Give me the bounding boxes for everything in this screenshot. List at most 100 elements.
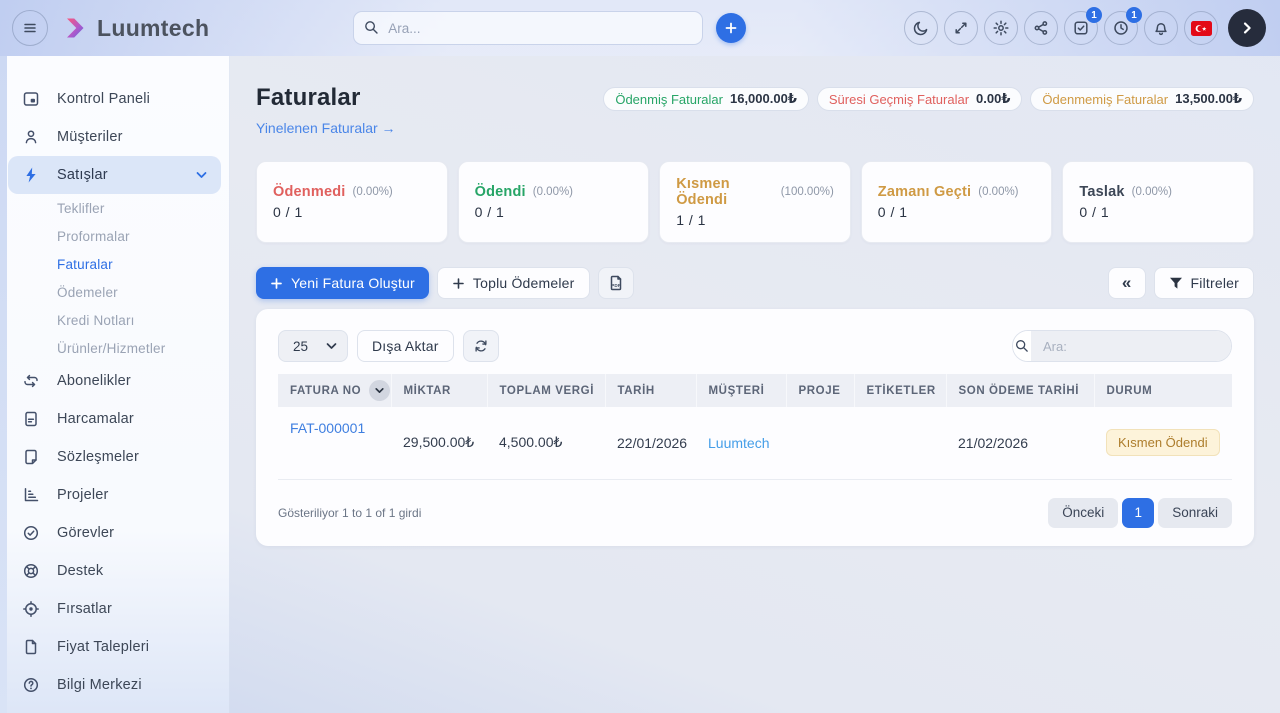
sidebar-item-destek[interactable]: Destek: [0, 552, 229, 590]
sidebar-subitem-faturalar[interactable]: Faturalar: [0, 250, 229, 278]
status-card-zamani-gecti[interactable]: Zamanı Geçti (0.00%) 0 / 1: [861, 161, 1053, 243]
global-search-input[interactable]: [353, 11, 703, 45]
refresh-button[interactable]: [463, 330, 499, 362]
sidebar-item-sozlesmeler[interactable]: Sözleşmeler: [0, 438, 229, 476]
top-header: Luumtech: [0, 0, 1280, 56]
status-cards-row: Ödenmedi (0.00%) 0 / 1 Ödendi (0.00%) 0 …: [256, 161, 1254, 243]
sidebar-item-harcamalar[interactable]: Harcamalar: [0, 400, 229, 438]
column-header-miktar[interactable]: MİKTAR: [391, 374, 487, 407]
column-header-durum[interactable]: DURUM: [1094, 374, 1232, 407]
sidebar-item-label: Fırsatlar: [57, 601, 112, 617]
column-header-etiketler[interactable]: ETİKETLER: [854, 374, 946, 407]
sidebar-subitem-kredi-notlari[interactable]: Kredi Notları: [0, 306, 229, 334]
sidebar-item-projeler[interactable]: Projeler: [0, 476, 229, 514]
previous-page-button[interactable]: Önceki: [1048, 498, 1118, 528]
card-count: 1 / 1: [676, 212, 834, 228]
status-card-odendi[interactable]: Ödendi (0.00%) 0 / 1: [458, 161, 650, 243]
sidebar-item-satislar[interactable]: Satışlar: [8, 156, 221, 194]
column-sort-button[interactable]: [369, 380, 390, 401]
sidebar-toggle-button[interactable]: [12, 10, 48, 46]
current-page-button[interactable]: 1: [1122, 498, 1154, 528]
filter-funnel-icon: [1169, 277, 1183, 290]
sidebar-item-abonelikler[interactable]: Abonelikler: [0, 362, 229, 400]
card-percent: (100.00%): [781, 186, 834, 198]
card-percent: (0.00%): [533, 186, 573, 198]
sidebar-item-fiyat-talepleri[interactable]: Fiyat Talepleri: [0, 628, 229, 666]
column-header-toplam-vergi[interactable]: TOPLAM VERGİ: [487, 374, 605, 407]
button-label: Filtreler: [1191, 275, 1239, 291]
cell-amount: 29,500.00₺: [391, 407, 487, 479]
sidebar-item-label: Sözleşmeler: [57, 449, 139, 465]
svg-text:PDF: PDF: [611, 283, 621, 288]
column-header-tarih[interactable]: TARİH: [605, 374, 696, 407]
new-invoice-button[interactable]: Yeni Fatura Oluştur: [256, 267, 429, 299]
sidebar-item-partial[interactable]: [0, 704, 229, 713]
button-label: Dışa Aktar: [372, 338, 439, 354]
flag-tr-icon: [1191, 21, 1212, 36]
gear-icon: [992, 19, 1010, 37]
bulk-payments-button[interactable]: Toplu Ödemeler: [437, 267, 590, 299]
sidebar-subitem-proformalar[interactable]: Proformalar: [0, 222, 229, 250]
column-header-fatura-no[interactable]: FATURA NO: [278, 374, 391, 407]
sales-lightning-icon: [22, 166, 40, 184]
export-pdf-button[interactable]: PDF: [598, 267, 634, 299]
settings-button[interactable]: [984, 11, 1018, 45]
sidebar-item-kontrol-paneli[interactable]: Kontrol Paneli: [0, 80, 229, 118]
card-percent: (0.00%): [978, 186, 1018, 198]
plus-icon: [452, 277, 465, 290]
projects-icon: [22, 486, 40, 504]
fullscreen-button[interactable]: [944, 11, 978, 45]
support-icon: [22, 562, 40, 580]
dark-mode-button[interactable]: [904, 11, 938, 45]
share-button[interactable]: [1024, 11, 1058, 45]
sidebar-item-musteriler[interactable]: Müşteriler: [0, 118, 229, 156]
column-header-son-odeme-tarihi[interactable]: SON ÖDEME TARİHİ: [946, 374, 1094, 407]
export-button[interactable]: Dışa Aktar: [357, 330, 454, 362]
page-title: Faturalar: [256, 84, 396, 112]
refresh-icon: [473, 338, 489, 354]
status-card-taslak[interactable]: Taslak (0.00%) 0 / 1: [1062, 161, 1254, 243]
recurring-invoices-link[interactable]: Yinelenen Faturalar →: [256, 120, 396, 136]
sidebar-item-gorevler[interactable]: Görevler: [0, 514, 229, 552]
cell-date: 22/01/2026: [605, 407, 696, 479]
column-header-musteri[interactable]: MÜŞTERİ: [696, 374, 786, 407]
table-controls: 25 Dışa Aktar: [278, 330, 1232, 362]
card-label: Zamanı Geçti: [878, 184, 971, 200]
next-page-button[interactable]: Sonraki: [1158, 498, 1232, 528]
language-button[interactable]: [1184, 11, 1218, 45]
reminders-button[interactable]: 1: [1104, 11, 1138, 45]
pill-value: 0.00₺: [976, 91, 1010, 107]
profile-button[interactable]: [1228, 9, 1266, 47]
customer-link[interactable]: Luumtech: [708, 435, 769, 451]
notifications-button[interactable]: [1144, 11, 1178, 45]
column-header-proje[interactable]: PROJE: [786, 374, 854, 407]
page-size-select[interactable]: 25: [278, 330, 348, 362]
quick-create-button[interactable]: [716, 13, 746, 43]
card-count: 0 / 1: [1079, 204, 1237, 220]
filters-button[interactable]: Filtreler: [1154, 267, 1254, 299]
subscriptions-icon: [22, 372, 40, 390]
app-logo[interactable]: Luumtech: [62, 15, 209, 42]
invoices-table-panel: 25 Dışa Aktar: [256, 309, 1254, 546]
status-card-kismen-odendi[interactable]: Kısmen Ödendi (100.00%) 1 / 1: [659, 161, 851, 243]
status-card-odenmedi[interactable]: Ödenmedi (0.00%) 0 / 1: [256, 161, 448, 243]
showing-entries-text: Gösteriliyor 1 to 1 of 1 girdi: [278, 506, 421, 520]
collapse-cards-button[interactable]: «: [1108, 267, 1146, 299]
cell-invoice-no: FAT-000001: [278, 407, 391, 479]
tasks-button[interactable]: 1: [1064, 11, 1098, 45]
sidebar-item-bilgi-merkezi[interactable]: Bilgi Merkezi: [0, 666, 229, 704]
sidebar-subitem-teklifler[interactable]: Teklifler: [0, 194, 229, 222]
contracts-icon: [22, 448, 40, 466]
cell-due-date: 21/02/2026: [946, 407, 1094, 479]
table-search-input[interactable]: [1031, 331, 1231, 361]
sidebar-item-firsatlar[interactable]: Fırsatlar: [0, 590, 229, 628]
title-block: Faturalar Yinelenen Faturalar →: [256, 84, 396, 138]
card-label: Taslak: [1079, 184, 1124, 200]
pdf-file-icon: PDF: [607, 274, 625, 292]
sidebar-item-label: Projeler: [57, 487, 109, 503]
sidebar-item-label: Fiyat Talepleri: [57, 639, 149, 655]
invoice-link[interactable]: FAT-000001: [290, 420, 365, 436]
sidebar-subitem-urunler-hizmetler[interactable]: Ürünler/Hizmetler: [0, 334, 229, 362]
sidebar: Kontrol Paneli Müşteriler Satışlar Tekli…: [0, 56, 230, 713]
sidebar-subitem-odemeler[interactable]: Ödemeler: [0, 278, 229, 306]
